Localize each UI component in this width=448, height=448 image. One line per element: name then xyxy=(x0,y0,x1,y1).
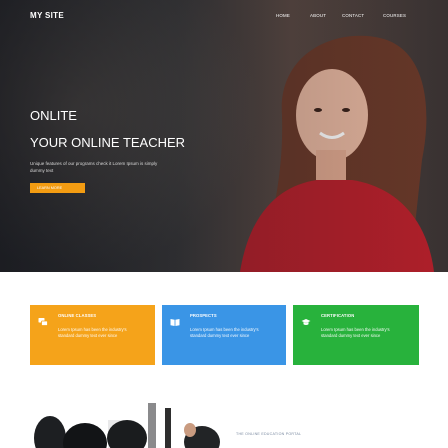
main-nav: HOME ABOUT CONTACT COURSES xyxy=(0,13,448,23)
learn-more-button[interactable]: LEARN MORE xyxy=(30,183,85,193)
nav-home-link[interactable]: HOME xyxy=(276,13,290,18)
graduation-cap-icon xyxy=(301,319,311,325)
card-text: Lorem Ipsum has been the industry's stan… xyxy=(190,327,259,338)
card-title: ONLINE CLASSES xyxy=(58,313,97,318)
book-icon xyxy=(170,319,180,326)
card-title: PROSPECTS xyxy=(190,313,217,318)
nav-courses-link[interactable]: COURSES xyxy=(383,13,406,18)
chat-bubbles-icon xyxy=(38,318,48,326)
card-text: Lorem Ipsum has been the industry's stan… xyxy=(58,327,127,338)
nav-about-link[interactable]: ABOUT xyxy=(310,13,326,18)
hero-subtitle: YOUR ONLINE TEACHER xyxy=(30,135,186,150)
section-heading: THE ONLINE EDUCATION PORTAL xyxy=(236,432,302,436)
card-certification[interactable]: CERTIFICATION Lorem Ipsum has been the i… xyxy=(293,305,419,365)
students-image xyxy=(30,398,220,448)
card-title: CERTIFICATION xyxy=(321,313,355,318)
card-online-classes[interactable]: ONLINE CLASSES Lorem Ipsum has been the … xyxy=(30,305,155,365)
hero-description: Unique features of our programs check it… xyxy=(30,161,158,173)
hero-title: ONLITE xyxy=(30,108,77,123)
nav-contact-link[interactable]: CONTACT xyxy=(342,13,364,18)
top-navbar: MY SITE HOME ABOUT CONTACT COURSES xyxy=(0,0,448,32)
card-text: Lorem Ipsum has been the industry's stan… xyxy=(321,327,390,338)
card-prospects[interactable]: PROSPECTS Lorem Ipsum has been the indus… xyxy=(162,305,286,365)
